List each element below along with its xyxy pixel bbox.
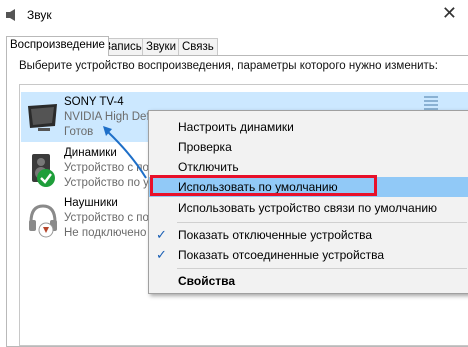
device-subtitle: Устройство с под <box>64 162 156 174</box>
tv-icon <box>28 104 57 131</box>
context-menu: Настроить динамики Проверка Отключить Ис… <box>148 110 468 294</box>
menu-separator <box>177 222 467 223</box>
speaker-icon <box>32 154 55 187</box>
close-icon[interactable]: ✕ <box>442 4 457 22</box>
menu-item-properties[interactable]: Свойства <box>149 271 468 291</box>
menu-item-set-default-communication[interactable]: Использовать устройство связи по умолчан… <box>149 198 468 218</box>
instruction-text: Выберите устройство воспроизведения, пар… <box>19 60 438 72</box>
device-status: Устройство по у <box>64 177 149 189</box>
menu-item-show-disabled[interactable]: ✓ Показать отключенные устройства <box>149 225 468 245</box>
speaker-app-icon <box>6 9 15 21</box>
tab-playback[interactable]: Воспроизведение <box>6 36 109 56</box>
highlight-box <box>150 175 377 196</box>
headphones-icon <box>29 204 57 238</box>
menu-separator <box>177 268 467 269</box>
device-name: SONY TV-4 <box>64 96 124 108</box>
menu-item-show-disconnected[interactable]: ✓ Показать отсоединенные устройства <box>149 245 468 265</box>
device-subtitle: NVIDIA High Defin <box>64 111 159 123</box>
check-badge-icon <box>37 169 55 187</box>
device-status: Не подключено <box>64 227 147 239</box>
checkmark-icon: ✓ <box>156 227 167 242</box>
device-status: Готов <box>64 126 94 138</box>
menu-item-configure-speakers[interactable]: Настроить динамики <box>149 117 468 137</box>
title-bar: Звук ✕ <box>0 0 468 30</box>
tab-communications[interactable]: Связь <box>178 38 218 55</box>
menu-item-disable[interactable]: Отключить <box>149 157 468 177</box>
checkmark-icon: ✓ <box>156 247 167 262</box>
device-subtitle: Устройство с под <box>64 212 156 224</box>
device-name: Наушники <box>64 197 118 209</box>
device-name: Динамики <box>64 147 117 159</box>
window-title: Звук <box>27 8 52 22</box>
tab-sounds[interactable]: Звуки <box>142 38 181 55</box>
menu-item-test[interactable]: Проверка <box>149 137 468 157</box>
